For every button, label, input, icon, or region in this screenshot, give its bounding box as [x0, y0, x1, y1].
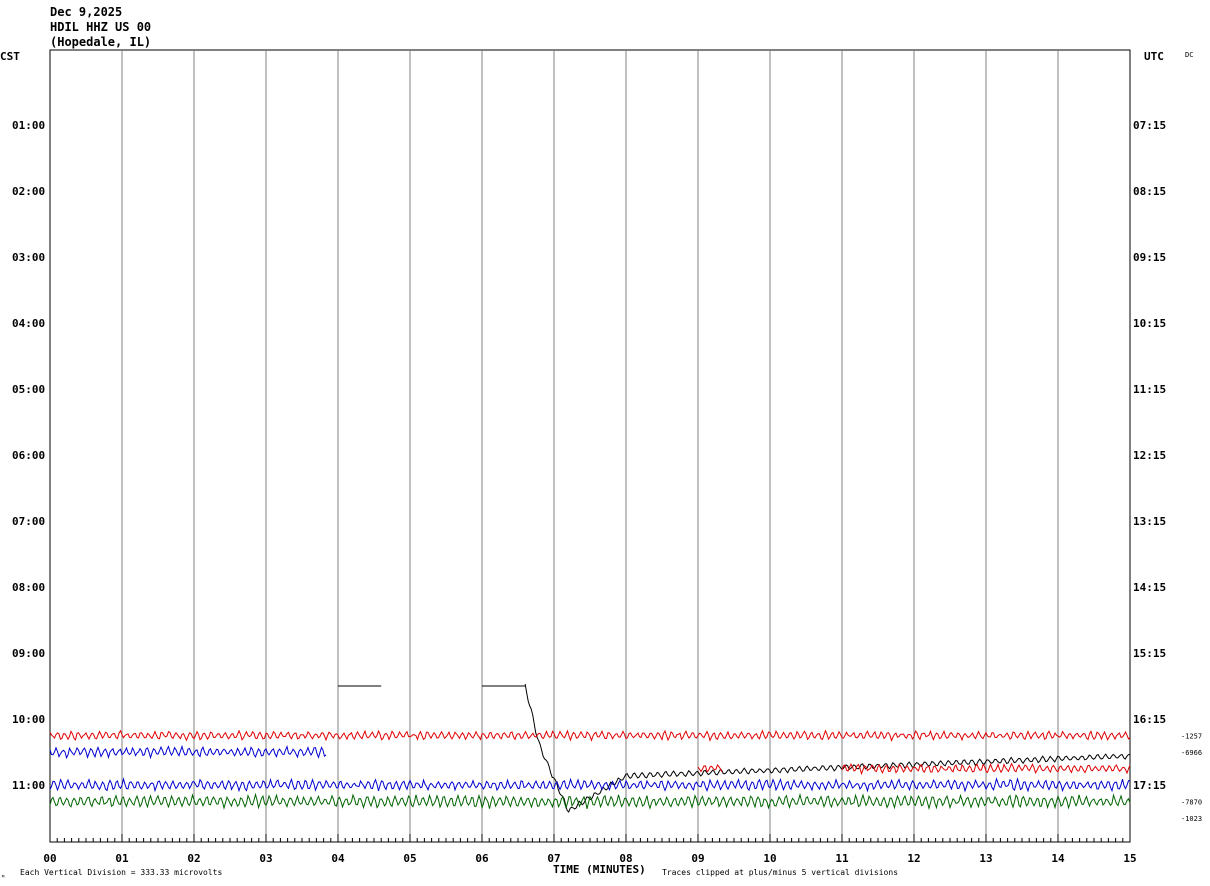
y-right-label: 16:15 [1133, 713, 1166, 726]
x-tick-label: 14 [1051, 852, 1065, 865]
trace-0845-line [524, 684, 1130, 813]
x-tick-label: 05 [403, 852, 416, 865]
helicorder-chart: Dec 9,2025 HDIL HHZ US 00 (Hopedale, IL)… [0, 5, 1202, 882]
y-left-label: 07:00 [12, 515, 45, 528]
plot-frame [49, 49, 1131, 843]
y-left-label: 03:00 [12, 251, 45, 264]
y-left-label: 05:00 [12, 383, 45, 396]
y-left-label: 10:00 [12, 713, 45, 726]
traces [49, 684, 1131, 813]
gridlines [121, 50, 1059, 842]
x-tick-label: 02 [187, 852, 200, 865]
left-time-labels: 01:00 02:00 03:00 04:00 05:00 06:00 07:00 08:00… [12, 119, 45, 792]
y-right-label: 11:15 [1133, 383, 1166, 396]
y-right-label: 15:15 [1133, 647, 1166, 660]
header-date: Dec 9,2025 [50, 5, 122, 19]
x-tick-label: 01 [115, 852, 129, 865]
x-tick-label: 15 [1123, 852, 1136, 865]
y-right-label: 17:15 [1133, 779, 1166, 792]
y-left-label: 11:00 [12, 779, 45, 792]
x-axis-ticks: 00 01 02 03 04 05 06 07 08 09 10 11 12 13 14 15 [43, 834, 1137, 865]
x-tick-label: 10 [763, 852, 776, 865]
y-left-label: 01:00 [12, 119, 45, 132]
x-axis-label: TIME (MINUTES) [553, 863, 646, 876]
header-location: (Hopedale, IL) [50, 35, 151, 49]
x-tick-label: 00 [43, 852, 56, 865]
trace-1030-line [697, 764, 723, 773]
y-right-label: 09:15 [1133, 251, 1166, 264]
y-left-label: 09:00 [12, 647, 45, 660]
trace-1100-line [49, 792, 1131, 811]
x-tick-label: 09 [691, 852, 704, 865]
x-tick-label: 06 [475, 852, 489, 865]
y-left-label: 02:00 [12, 185, 45, 198]
dc-label: DC [1185, 51, 1193, 59]
y-right-label: 07:15 [1133, 119, 1166, 132]
offset-label: -6966 [1181, 749, 1202, 757]
header-station: HDIL HHZ US 00 [50, 20, 151, 34]
x-tick-label: 11 [835, 852, 849, 865]
trace-1000-line [49, 729, 1131, 742]
y-right-label: 12:15 [1133, 449, 1166, 462]
x-tick-label: 04 [331, 852, 345, 865]
y-right-label: 13:15 [1133, 515, 1166, 528]
y-right-label: 10:15 [1133, 317, 1166, 330]
x-tick-label: 03 [259, 852, 272, 865]
scale-note: Each Vertical Division = 333.33 microvol… [20, 868, 222, 877]
offset-label: -1257 [1181, 733, 1202, 741]
offset-label: -7870 [1181, 799, 1202, 807]
y-left-label: 08:00 [12, 581, 45, 594]
offset-label: -1023 [1181, 815, 1202, 823]
x-tick-label: 13 [979, 852, 992, 865]
left-timezone-label: CST [0, 50, 20, 63]
x-tick-label: 12 [907, 852, 920, 865]
y-left-label: 06:00 [12, 449, 45, 462]
clip-note: Traces clipped at plus/minus 5 vertical … [662, 868, 898, 877]
right-time-labels: 07:15 08:15 09:15 10:15 11:15 12:15 13:15 14:15… [1133, 119, 1166, 792]
trace-offset-labels: -1257 -6966 -7870 -1023 [1181, 733, 1202, 824]
trace-1015-line [49, 744, 327, 760]
y-right-label: 08:15 [1133, 185, 1166, 198]
right-timezone-label: UTC [1144, 50, 1164, 63]
y-right-label: 14:15 [1133, 581, 1166, 594]
trace-1045-line [49, 777, 1131, 793]
corner-mark: ᴹ [1, 874, 5, 882]
y-left-label: 04:00 [12, 317, 45, 330]
